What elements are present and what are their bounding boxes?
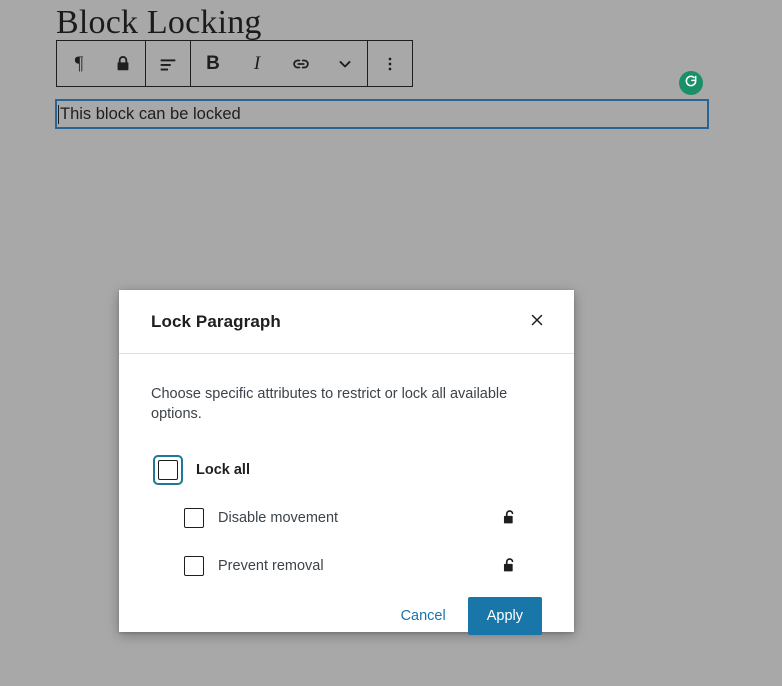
block-options-button[interactable]: [368, 41, 412, 86]
toolbar-group-align: [145, 41, 190, 86]
post-title: Block Locking: [56, 4, 262, 41]
italic-icon: I: [253, 53, 261, 74]
refresh-status-badge[interactable]: [679, 71, 703, 95]
toolbar-group-formatting: B I: [190, 41, 367, 86]
more-rich-text-button[interactable]: [323, 41, 367, 86]
lock-closed-icon: [113, 54, 133, 74]
modal-title: Lock Paragraph: [151, 311, 281, 331]
block-toolbar: ¶ B I: [56, 40, 413, 87]
bold-button[interactable]: B: [191, 41, 235, 86]
lock-all-row[interactable]: Lock all: [151, 454, 542, 485]
option-row-prevent-removal[interactable]: Prevent removal: [184, 549, 542, 583]
prevent-removal-label[interactable]: Prevent removal: [218, 558, 497, 574]
lock-options-list: Disable movement Prevent removal: [151, 501, 542, 583]
prevent-removal-checkbox[interactable]: [184, 555, 204, 576]
cancel-button[interactable]: Cancel: [389, 599, 458, 633]
modal-description: Choose specific attributes to restrict o…: [151, 386, 508, 423]
block-type-paragraph-button[interactable]: ¶: [57, 41, 101, 86]
toolbar-group-block: ¶: [57, 41, 145, 86]
italic-button[interactable]: I: [235, 41, 279, 86]
close-button[interactable]: [520, 305, 554, 339]
lock-open-icon: [497, 506, 521, 530]
link-button[interactable]: [279, 41, 323, 86]
circular-arrow-icon: [683, 73, 699, 94]
lock-all-checkbox[interactable]: [153, 454, 183, 485]
toolbar-group-options: [367, 41, 412, 86]
paragraph-block[interactable]: This block can be locked: [55, 99, 709, 129]
link-icon: [290, 53, 312, 75]
lock-open-icon: [497, 554, 521, 578]
align-left-icon: [157, 53, 179, 75]
paragraph-pilcrow-icon: ¶: [74, 53, 84, 74]
modal-body: Choose specific attributes to restrict o…: [119, 354, 574, 597]
paragraph-block-text: This block can be locked: [60, 104, 241, 123]
lock-paragraph-modal: Lock Paragraph Choose specific attribute…: [119, 290, 574, 635]
modal-footer: Cancel Apply: [119, 596, 574, 663]
bold-icon: B: [206, 53, 220, 74]
close-icon: [528, 311, 546, 332]
disable-movement-label[interactable]: Disable movement: [218, 510, 497, 526]
disable-movement-checkbox[interactable]: [184, 507, 204, 528]
block-lock-button[interactable]: [101, 41, 145, 86]
vertical-dots-icon: [380, 54, 400, 74]
chevron-down-icon: [335, 54, 355, 74]
option-row-disable-movement[interactable]: Disable movement: [184, 501, 542, 535]
apply-button[interactable]: Apply: [467, 596, 542, 635]
align-text-button[interactable]: [146, 41, 190, 86]
lock-all-label[interactable]: Lock all: [196, 462, 250, 478]
lock-all-checkbox-box: [158, 459, 178, 480]
modal-header: Lock Paragraph: [119, 290, 574, 354]
